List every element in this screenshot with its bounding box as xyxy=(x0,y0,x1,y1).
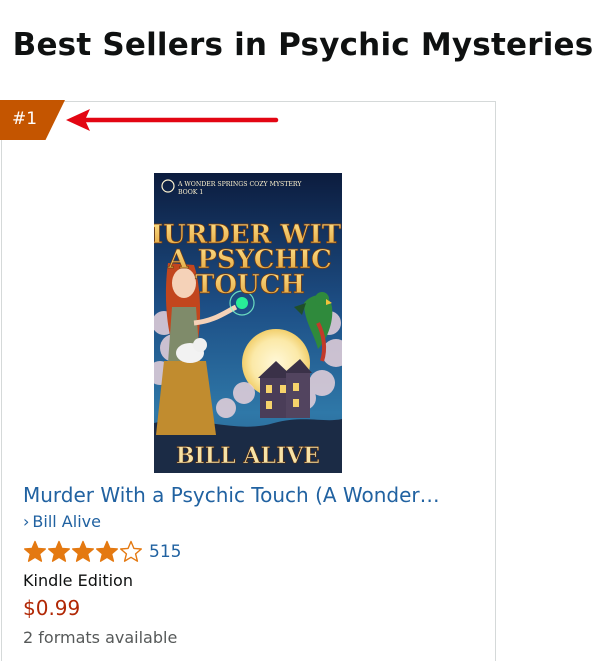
star-icon xyxy=(72,540,94,562)
red-arrow-icon xyxy=(66,109,279,131)
cover-book-number: BOOK 1 xyxy=(178,189,203,196)
star-icon xyxy=(24,540,46,562)
review-count-link[interactable]: 515 xyxy=(149,542,181,562)
rating-row[interactable]: 515 xyxy=(23,539,181,565)
rank-label: #1 xyxy=(12,109,38,129)
cover-series-text: A WONDER SPRINGS COZY MYSTERY xyxy=(177,181,302,188)
cover-author: BILL ALIVE xyxy=(176,443,320,469)
star-icon xyxy=(120,540,142,562)
star-icon xyxy=(48,540,70,562)
format-label: Kindle Edition xyxy=(23,571,133,590)
price[interactable]: $0.99 xyxy=(23,596,80,620)
book-cover-image[interactable]: A WONDER SPRINGS COZY MYSTERY BOOK 1 MUR… xyxy=(154,173,342,473)
cover-title-line3: TOUCH xyxy=(195,270,305,300)
star-icon xyxy=(96,540,118,562)
product-title-link[interactable]: Murder With a Psychic Touch (A Wonder… xyxy=(23,483,440,507)
page-title: Best Sellers in Psychic Mysteries xyxy=(12,27,594,63)
author-link[interactable]: › Bill Alive xyxy=(23,512,101,531)
author-name: Bill Alive xyxy=(32,512,101,531)
formats-available-link[interactable]: 2 formats available xyxy=(23,628,177,647)
star-rating[interactable] xyxy=(23,540,143,564)
chevron-right-icon: › xyxy=(23,512,30,531)
